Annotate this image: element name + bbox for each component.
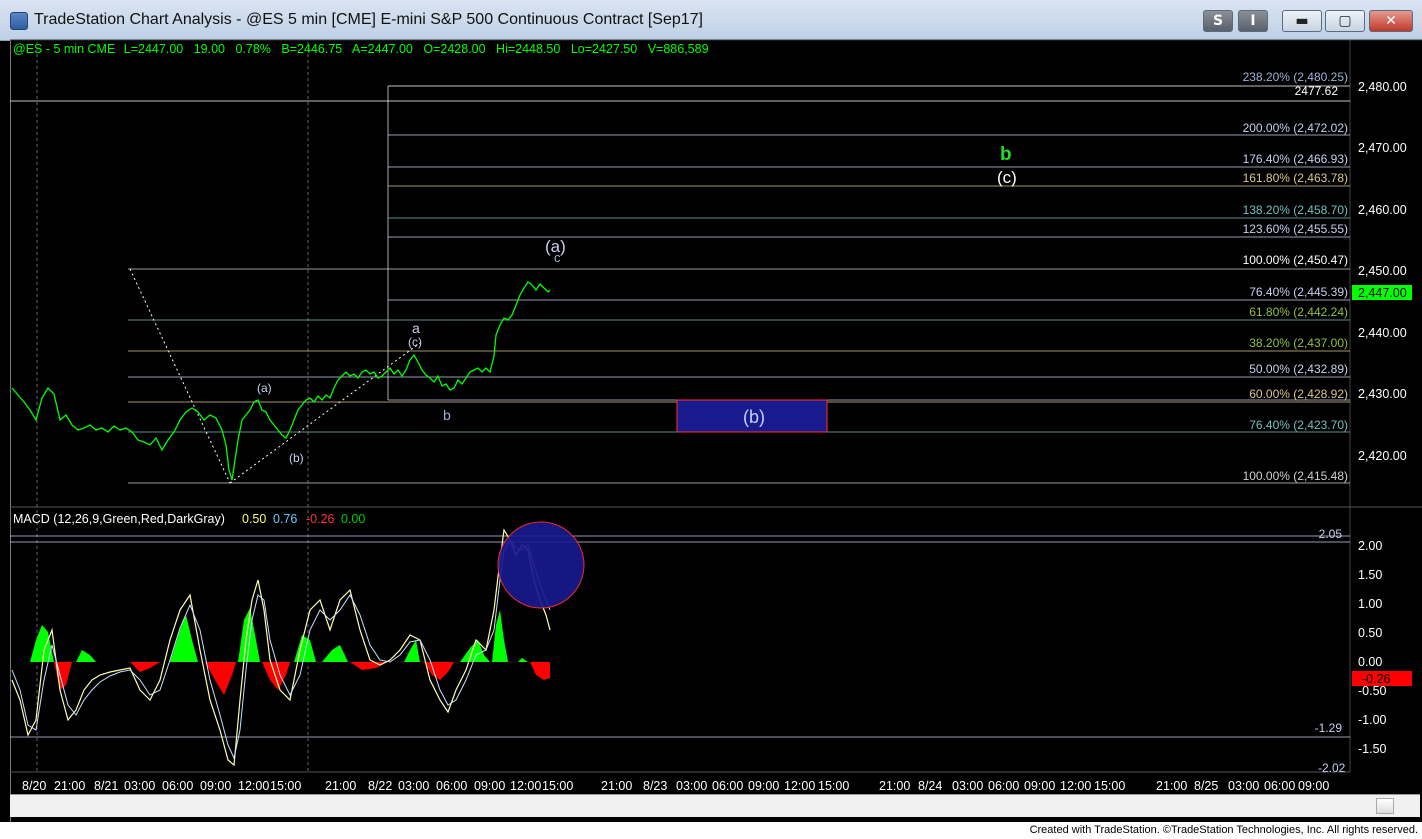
time-tick: 21:00 [879, 779, 910, 793]
wave-label-b-sub: (b) [289, 451, 304, 465]
time-tick: 03:00 [676, 779, 707, 793]
time-tick: 21:00 [325, 779, 356, 793]
time-tick: 03:00 [398, 779, 429, 793]
last-price-value: 2,447.00 [1358, 286, 1407, 300]
macd-value-3: -0.26 [306, 512, 335, 526]
time-tick: 8/21 [94, 779, 118, 793]
wave-label-b-minor: b [443, 407, 451, 423]
macd-value-4: 0.00 [341, 512, 365, 526]
macd-tick: 1.50 [1358, 568, 1382, 582]
fib-label-2477: 2477.62 [1295, 84, 1339, 98]
time-tick: 12:00 [784, 779, 815, 793]
macd-tick: 1.00 [1358, 597, 1382, 611]
time-tick: 09:00 [200, 779, 231, 793]
macd-tick: 2.00 [1358, 539, 1382, 553]
scroll-handle[interactable] [1376, 798, 1394, 814]
wave-label-c-sub: (c) [408, 335, 422, 349]
fib-label-38: 38.20% (2,437.00) [1249, 336, 1348, 350]
macd-axis: 2.00 1.50 1.00 0.50 0.00 -0.50 -1.00 -1.… [1358, 539, 1387, 756]
time-tick: 03:00 [124, 779, 155, 793]
price-tick: 2,460.00 [1358, 203, 1407, 217]
wave-dotted-line [129, 268, 231, 484]
fib-label-161: 161.80% (2,463.78) [1243, 171, 1348, 185]
macd-tick: -0.50 [1358, 684, 1387, 698]
time-tick: 15:00 [818, 779, 849, 793]
time-tick: 12:00 [510, 779, 541, 793]
chart-canvas[interactable]: @ES - 5 min CME L=2447.00 19.00 0.78% B=… [0, 0, 1422, 839]
fib-label-61: 61.80% (2,442.24) [1249, 305, 1348, 319]
time-tick: 06:00 [712, 779, 743, 793]
fib-label-200: 200.00% (2,472.02) [1243, 121, 1348, 135]
wave-dotted-line [229, 342, 421, 484]
footer: Created with TradeStation. ©TradeStation… [0, 822, 1422, 839]
price-series-line [11, 281, 551, 481]
fib-label-50: 50.00% (2,432.89) [1249, 362, 1348, 376]
wave-label-a-minor: a [412, 320, 420, 336]
target-zone-label: (b) [743, 407, 765, 427]
time-tick: 09:00 [1024, 779, 1055, 793]
fib-label-123: 123.60% (2,455.55) [1243, 222, 1348, 236]
time-tick: 03:00 [952, 779, 983, 793]
price-tick: 2,470.00 [1358, 141, 1407, 155]
macd-value-2: 0.76 [273, 512, 297, 526]
time-axis: 8/20 21:00 8/21 03:00 06:00 09:00 12:00 … [22, 779, 1329, 793]
wave-label-a-sub: (a) [257, 381, 272, 395]
price-axis: 2,480.00 2,470.00 2,460.00 2,450.00 2,44… [1358, 80, 1407, 463]
wave-label-c-major: (c) [997, 168, 1017, 187]
price-tick: 2,440.00 [1358, 326, 1407, 340]
macd-tick: 0.00 [1358, 655, 1382, 669]
macd-line [11, 528, 551, 767]
time-tick: 09:00 [1298, 779, 1329, 793]
fib-labels: 238.20% (2,480.25) 2477.62 200.00% (2,47… [1243, 70, 1348, 483]
price-tick: 2,480.00 [1358, 80, 1407, 94]
macd-line-bottom-label: -1.29 [1315, 721, 1343, 735]
macd-current-value: -0.26 [1362, 672, 1391, 686]
fib-label-138: 138.20% (2,458.70) [1243, 203, 1348, 217]
time-tick: 8/24 [918, 779, 942, 793]
time-tick: 06:00 [436, 779, 467, 793]
time-tick: 12:00 [1060, 779, 1091, 793]
time-tick: 06:00 [988, 779, 1019, 793]
macd-divergence-circle [497, 521, 585, 609]
fib-label-238: 238.20% (2,480.25) [1243, 70, 1348, 84]
time-tick: 12:00 [238, 779, 269, 793]
copyright-text: Created with TradeStation. ©TradeStation… [1029, 824, 1418, 836]
wave-label-c-minor: c [554, 250, 561, 265]
macd-tick: -1.00 [1358, 713, 1387, 727]
fib-label-60: 60.00% (2,428.92) [1249, 387, 1348, 401]
macd-label: MACD (12,26,9,Green,Red,DarkGray) [13, 512, 225, 526]
time-tick: 06:00 [1264, 779, 1295, 793]
fib-label-100-top: 100.00% (2,450.47) [1243, 253, 1348, 267]
time-tick: 15:00 [542, 779, 573, 793]
horizontal-scrollbar[interactable] [10, 794, 1420, 817]
wave-label-b-major: b [1000, 144, 1012, 165]
time-tick: 21:00 [54, 779, 85, 793]
macd-clipped-label: -2.02 [1318, 761, 1346, 775]
fib-label-76-top: 76.40% (2,445.39) [1249, 285, 1348, 299]
macd-value-1: 0.50 [242, 512, 266, 526]
time-tick: 8/20 [22, 779, 46, 793]
time-tick: 03:00 [1228, 779, 1259, 793]
macd-line-top-label: 2.05 [1319, 527, 1343, 541]
time-tick: 21:00 [1156, 779, 1187, 793]
time-tick: 15:00 [270, 779, 301, 793]
time-tick: 09:00 [748, 779, 779, 793]
time-tick: 21:00 [601, 779, 632, 793]
fib-label-100-bottom: 100.00% (2,415.48) [1243, 469, 1348, 483]
price-tick: 2,450.00 [1358, 264, 1407, 278]
macd-tick: 0.50 [1358, 626, 1382, 640]
status-line-quote: @ES - 5 min CME L=2447.00 19.00 0.78% B=… [13, 42, 709, 56]
time-tick: 09:00 [474, 779, 505, 793]
time-tick: 06:00 [162, 779, 193, 793]
price-tick: 2,430.00 [1358, 387, 1407, 401]
macd-tick: -1.50 [1358, 742, 1387, 756]
price-tick: 2,420.00 [1358, 449, 1407, 463]
time-tick: 8/23 [643, 779, 667, 793]
fib-label-76-bottom: 76.40% (2,423.70) [1249, 418, 1348, 432]
time-tick: 15:00 [1094, 779, 1125, 793]
time-tick: 8/22 [368, 779, 392, 793]
fib-label-176: 176.40% (2,466.93) [1243, 152, 1348, 166]
time-tick: 8/25 [1194, 779, 1218, 793]
